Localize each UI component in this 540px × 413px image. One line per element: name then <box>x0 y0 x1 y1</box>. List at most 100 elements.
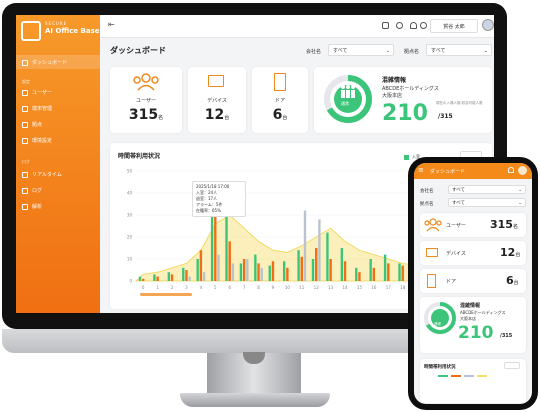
phone-congestion-capacity: /315 <box>500 333 513 339</box>
phone-doors-label: ドア <box>446 279 457 285</box>
top-bar: ⇤ 賀谷 太郎 <box>100 15 494 38</box>
phone-header: ≡ ダッシュボード <box>414 163 532 179</box>
chart-scrollbar[interactable] <box>140 293 192 296</box>
log-icon <box>22 187 28 194</box>
phone-site-label: 拠点名 <box>420 202 434 207</box>
door-icon <box>427 274 436 288</box>
site-select-value: すべて <box>431 48 446 54</box>
devices-value: 12 <box>204 107 225 123</box>
phone-doors-unit: 台 <box>513 280 519 286</box>
menu-collapse-icon[interactable]: ⇤ <box>108 20 115 29</box>
phone-congestion-site: 大阪本店 <box>460 316 476 321</box>
sidebar-item-label: 拠点 <box>32 122 43 128</box>
y-tick-label: 10 <box>127 257 133 262</box>
user-icon <box>22 89 28 96</box>
bar <box>297 250 300 281</box>
bar <box>196 259 199 281</box>
qr-icon[interactable] <box>382 22 389 29</box>
y-tick-label: 30 <box>127 213 133 218</box>
bar <box>311 259 315 281</box>
bar <box>182 267 185 281</box>
x-tick-label: 0 <box>142 285 145 290</box>
sidebar-item-realtime[interactable]: リアルタイム <box>22 171 62 178</box>
bar <box>358 272 361 281</box>
users-card[interactable]: ユーザー 315名 <box>110 67 182 133</box>
phone-devices-value: 12 <box>500 246 516 259</box>
phone-devices-label: デバイス <box>446 251 466 257</box>
phone-devices-card[interactable]: デバイス 12台 <box>420 241 526 265</box>
chevron-down-icon: ⌄ <box>518 188 522 193</box>
x-tick-label: 16 <box>371 285 377 290</box>
congestion-status: 通常 <box>341 101 349 106</box>
sidebar-item-devices[interactable]: 端末管理 <box>22 105 52 112</box>
users-icon <box>133 73 159 91</box>
congestion-gauge <box>424 302 456 334</box>
sidebar-item-users[interactable]: ユーザー <box>22 89 52 96</box>
sidebar-item-environment[interactable]: 環境設定 <box>22 137 52 144</box>
phone-doors-card[interactable]: ドア 6台 <box>420 269 526 293</box>
phone-congestion-title: 混雑情報 <box>460 303 481 309</box>
sidebar-item-label: ダッシュボード <box>32 60 68 66</box>
device-icon <box>426 248 438 257</box>
sidebar-item-label: 環境設定 <box>32 138 53 144</box>
company-select[interactable]: すべて ⌄ <box>328 44 394 56</box>
bar <box>343 261 347 281</box>
x-tick-label: 13 <box>328 285 334 290</box>
phone-company-value: すべて <box>452 188 466 193</box>
phone-devices-unit: 台 <box>515 252 521 258</box>
avatar[interactable] <box>482 19 494 31</box>
bell-icon[interactable] <box>508 167 514 173</box>
sidebar-item-dashboard[interactable]: ダッシュボード <box>22 59 67 66</box>
phone-company-select[interactable]: すべて ⌄ <box>448 185 526 194</box>
y-tick-label: 0 <box>129 279 132 284</box>
avatar[interactable] <box>518 166 527 175</box>
chevron-down-icon: ⌄ <box>483 48 488 54</box>
phone-company-label: 会社名 <box>420 189 434 194</box>
bar <box>329 259 332 281</box>
globe-icon[interactable] <box>420 22 427 29</box>
congestion-site: 大阪本店 <box>382 93 403 99</box>
phone-doors-value: 6 <box>506 274 514 287</box>
phone-users-count: 315名 <box>490 218 518 231</box>
x-tick-label: 15 <box>357 285 363 290</box>
users-unit: 名 <box>158 115 164 121</box>
hamburger-icon[interactable]: ≡ <box>418 166 424 174</box>
phone-congestion-current: 210 <box>458 323 494 343</box>
phone-site-value: すべて <box>452 201 466 206</box>
device-icon <box>208 75 224 87</box>
site-select[interactable]: すべて ⌄ <box>426 44 492 56</box>
sidebar: SECURE AI Office Base ダッシュボード 設定 ユーザー 端末… <box>16 15 100 313</box>
phone-congestion-card[interactable]: 通常 混雑情報 ABCDEホールディングス 大阪本店 210 /315 <box>420 297 526 353</box>
help-icon[interactable] <box>396 22 403 29</box>
sidebar-item-sites[interactable]: 拠点 <box>22 121 42 128</box>
phone-users-card[interactable]: ユーザー 315名 <box>420 213 526 237</box>
x-tick-label: 7 <box>243 285 246 290</box>
bar <box>242 259 246 281</box>
x-tick-label: 2 <box>171 285 174 290</box>
bell-icon[interactable] <box>410 22 417 29</box>
bar <box>257 263 260 281</box>
phone-site-select[interactable]: すべて ⌄ <box>448 198 526 207</box>
clock-icon <box>22 171 28 178</box>
users-value: 315 <box>128 107 159 123</box>
doors-card[interactable]: ドア 6台 <box>252 67 308 133</box>
sidebar-section-settings: 設定 <box>22 79 30 84</box>
phone-devices-count: 12台 <box>500 246 520 259</box>
bar <box>398 263 401 281</box>
bar <box>170 274 174 281</box>
congestion-card[interactable]: 通常 混雑情報 ABCDEホールディングス 大阪本店 現在の入場人数/収容可能人… <box>314 67 492 133</box>
sidebar-item-label: リアルタイム <box>32 172 62 178</box>
bar <box>138 276 142 281</box>
phone-chart-range-select[interactable] <box>504 362 520 369</box>
bar <box>318 219 321 281</box>
logo-icon <box>21 21 41 41</box>
sidebar-item-analysis[interactable]: 解析 <box>22 203 42 210</box>
phone-chart-title: 時間帯利用状況 <box>424 365 456 370</box>
door-icon <box>274 73 286 91</box>
devices-card[interactable]: デバイス 12台 <box>188 67 246 133</box>
user-name[interactable]: 賀谷 太郎 <box>430 19 478 33</box>
bar <box>188 276 191 281</box>
x-tick-label: 14 <box>342 285 348 290</box>
x-tick-label: 12 <box>314 285 320 290</box>
sidebar-item-log[interactable]: ログ <box>22 187 42 194</box>
